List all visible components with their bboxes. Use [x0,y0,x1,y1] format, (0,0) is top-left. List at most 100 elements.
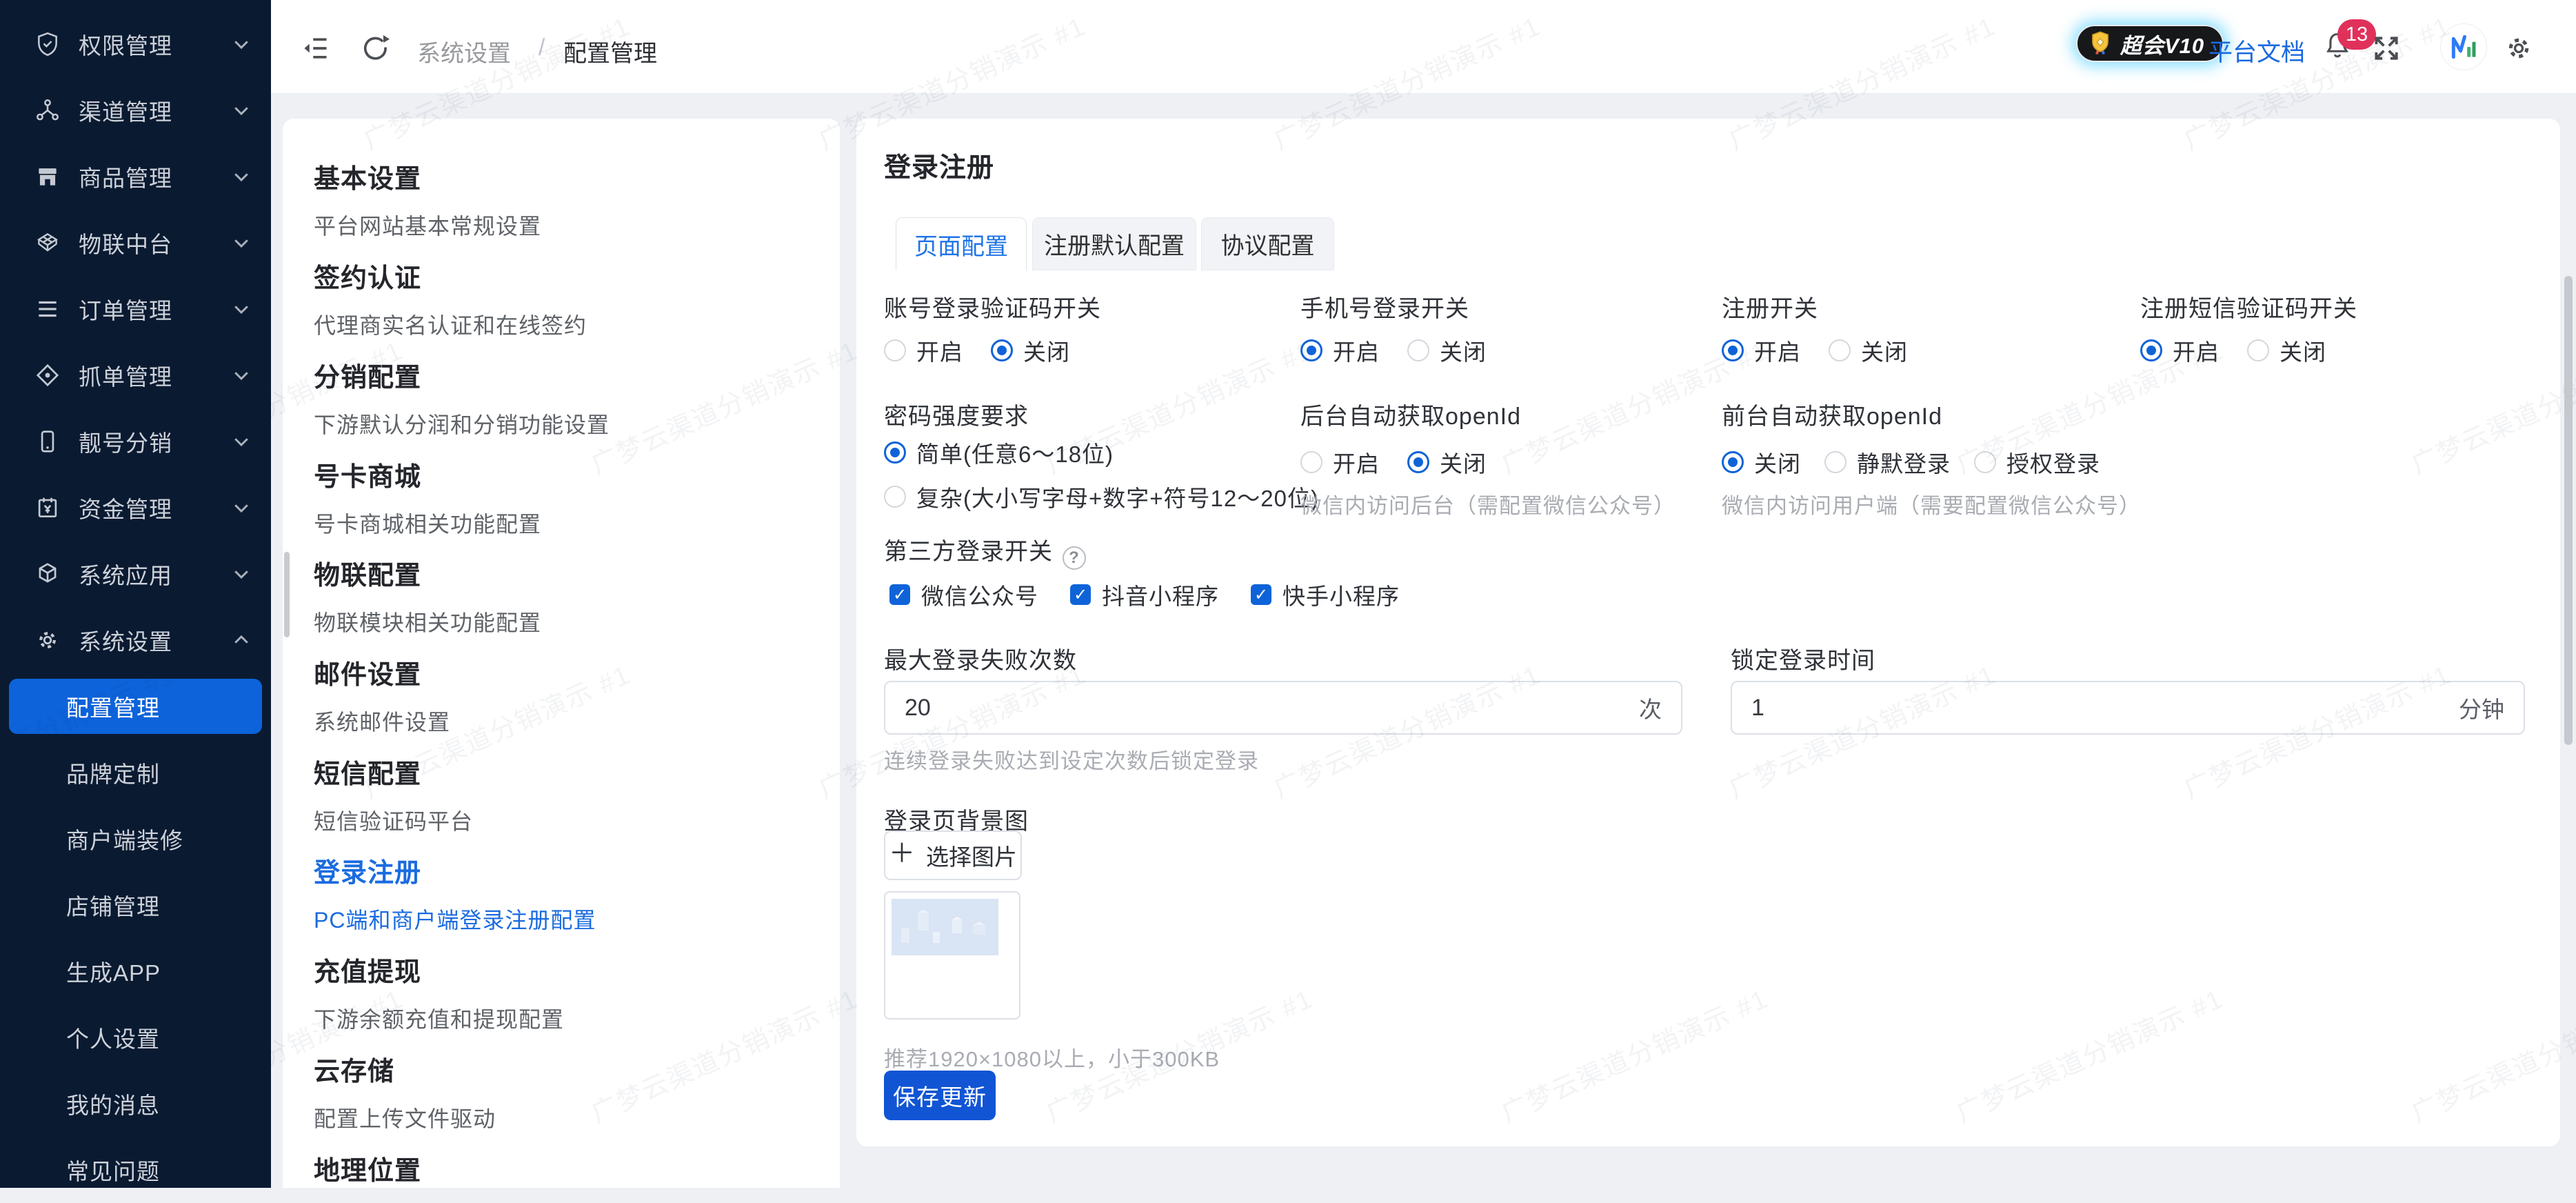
radio-option[interactable]: 关闭 [1407,446,1487,479]
sidebar-subitem-config[interactable]: 配置管理 [0,673,271,739]
tab-agreement-config[interactable]: 协议配置 [1201,217,1334,270]
radio-icon[interactable] [1829,339,1851,361]
sidebar-item-channels[interactable]: 渠道管理 [0,77,271,143]
category-login-register[interactable]: 登录注册 PC端和商户端登录注册配置 [314,851,810,935]
medal-icon [2087,30,2113,57]
category-iot[interactable]: 物联配置 物联模块相关功能配置 [314,554,810,637]
checkbox-option[interactable]: ✓抖音小程序 [1070,578,1219,611]
sidebar-subitem-faq[interactable]: 常见问题 [0,1137,271,1203]
checkbox-option[interactable]: ✓微信公众号 [889,578,1038,611]
sidebar-item-orders[interactable]: 订单管理 [0,276,271,342]
help-icon[interactable]: ? [1063,546,1086,570]
radio-group-register-switch: 开启 关闭 [1722,334,1908,367]
chevron-down-icon [231,564,252,584]
radio-option[interactable]: 关闭 [2247,334,2326,367]
radio-option[interactable]: 关闭 [1722,446,1801,479]
notification-count-badge: 13 [2337,19,2376,50]
radio-icon[interactable] [2140,339,2162,361]
radio-option[interactable]: 开启 [1300,334,1380,367]
radio-option[interactable]: 开启 [1300,446,1380,479]
sidebar-subitem-personal[interactable]: 个人设置 [0,1004,271,1071]
radio-option[interactable]: 关闭 [991,334,1070,367]
max-fail-input[interactable]: 20 次 [884,681,1682,735]
sidebar-item-grab-orders[interactable]: 抓单管理 [0,342,271,408]
brand-m-logo-icon [2448,32,2479,62]
field-label-mobile-login: 手机号登录开关 [1300,290,1469,324]
radio-option[interactable]: 关闭 [1829,334,1908,367]
category-distribution[interactable]: 分销配置 下游默认分润和分销功能设置 [314,356,810,439]
radio-group-mobile-login: 开启 关闭 [1300,334,1487,367]
chevron-down-icon [231,100,252,121]
radio-option[interactable]: 关闭 [1407,334,1487,367]
radio-icon[interactable] [991,339,1013,361]
radio-icon[interactable] [1407,339,1429,361]
radio-icon[interactable] [1824,451,1847,473]
radio-option[interactable]: 静默登录 [1824,446,1951,479]
vip-badge[interactable]: 超会V10 [2076,25,2224,62]
radio-icon[interactable] [884,441,906,464]
radio-icon[interactable] [1974,451,1996,473]
sidebar-item-funds[interactable]: 资金管理 [0,475,271,541]
sidebar-item-number-distribution[interactable]: 靓号分销 [0,408,271,475]
sidebar-item-system-apps[interactable]: 系统应用 [0,541,271,607]
field-label-register-switch: 注册开关 [1722,290,1818,324]
category-recharge-withdraw[interactable]: 充值提现 下游余额充值和提现配置 [314,951,810,1034]
radio-icon[interactable] [1722,339,1744,361]
radio-icon[interactable] [2247,339,2269,361]
category-geolocation[interactable]: 地理位置 [314,1149,810,1187]
checkbox-checked-icon[interactable]: ✓ [889,584,910,605]
refresh-icon[interactable] [359,33,390,63]
tab-register-default-config[interactable]: 注册默认配置 [1032,217,1196,270]
radio-icon[interactable] [884,486,906,508]
radio-icon[interactable] [1300,451,1322,473]
fullscreen-icon[interactable] [2371,33,2402,63]
platform-docs-link[interactable]: 平台文档 [2208,33,2305,68]
notifications[interactable]: 13 [2322,30,2353,61]
radio-option[interactable]: 复杂(大小写字母+数字+符号12～20位) [884,480,1319,513]
field-label-password-strength: 密码强度要求 [884,397,1029,431]
sidebar-subitem-branding[interactable]: 品牌定制 [0,739,271,806]
category-sign-auth[interactable]: 签约认证 代理商实名认证和在线签约 [314,257,810,340]
sidebar-subitem-shop[interactable]: 店铺管理 [0,872,271,938]
breadcrumb-parent[interactable]: 系统设置 [417,34,511,68]
checkbox-checked-icon[interactable]: ✓ [1070,584,1091,605]
radio-option[interactable]: 授权登录 [1974,446,2100,479]
phone-icon [34,428,61,455]
sidebar-subitem-messages[interactable]: 我的消息 [0,1071,271,1137]
radio-icon[interactable] [1300,339,1322,361]
radio-icon[interactable] [884,339,906,361]
radio-option[interactable]: 简单(任意6～18位) [884,436,1114,469]
category-cloud-storage[interactable]: 云存储 配置上传文件驱动 [314,1050,810,1133]
sidebar-subitem-generate-app[interactable]: 生成APP [0,938,271,1004]
category-basic[interactable]: 基本设置 平台网站基本常规设置 [314,157,810,241]
category-mail[interactable]: 邮件设置 系统邮件设置 [314,653,810,737]
chevron-down-icon [231,497,252,518]
radio-option[interactable]: 开启 [884,334,963,367]
checkbox-checked-icon[interactable]: ✓ [1251,584,1271,605]
page-scrollbar-thumb[interactable] [2564,276,2573,745]
sidebar-item-system-settings[interactable]: 系统设置 [0,607,271,673]
radio-icon[interactable] [1722,451,1744,473]
radio-icon[interactable] [1407,451,1429,473]
radio-option[interactable]: 开启 [2140,334,2220,367]
bg-image-thumbnail[interactable] [884,891,1020,1020]
sidebar-item-permissions[interactable]: 权限管理 [0,11,271,77]
field-label-max-fail: 最大登录失败次数 [884,642,1077,675]
tab-page-config[interactable]: 页面配置 [896,217,1027,270]
sidebar-subitem-merchant-decor[interactable]: 商户端装修 [0,806,271,872]
choose-image-button[interactable]: ＋ 选择图片 [884,831,1022,880]
plus-icon: ＋ [889,841,915,867]
save-button[interactable]: 保存更新 [884,1071,996,1120]
collapse-sidebar-icon[interactable] [300,33,330,63]
category-card-mall[interactable]: 号卡商城 号卡商城相关功能配置 [314,455,810,539]
page-title: 登录注册 [884,146,994,185]
gear-icon[interactable] [2504,33,2534,63]
category-sms[interactable]: 短信配置 短信验证码平台 [314,753,810,836]
radio-option[interactable]: 开启 [1722,334,1801,367]
panel-scrollbar-thumb[interactable] [284,552,290,637]
sidebar-item-iot[interactable]: 物联中台 [0,210,271,276]
checkbox-option[interactable]: ✓快手小程序 [1251,578,1400,611]
avatar[interactable] [2440,23,2487,70]
sidebar-item-products[interactable]: 商品管理 [0,143,271,210]
lock-time-input[interactable]: 1 分钟 [1731,681,2525,735]
